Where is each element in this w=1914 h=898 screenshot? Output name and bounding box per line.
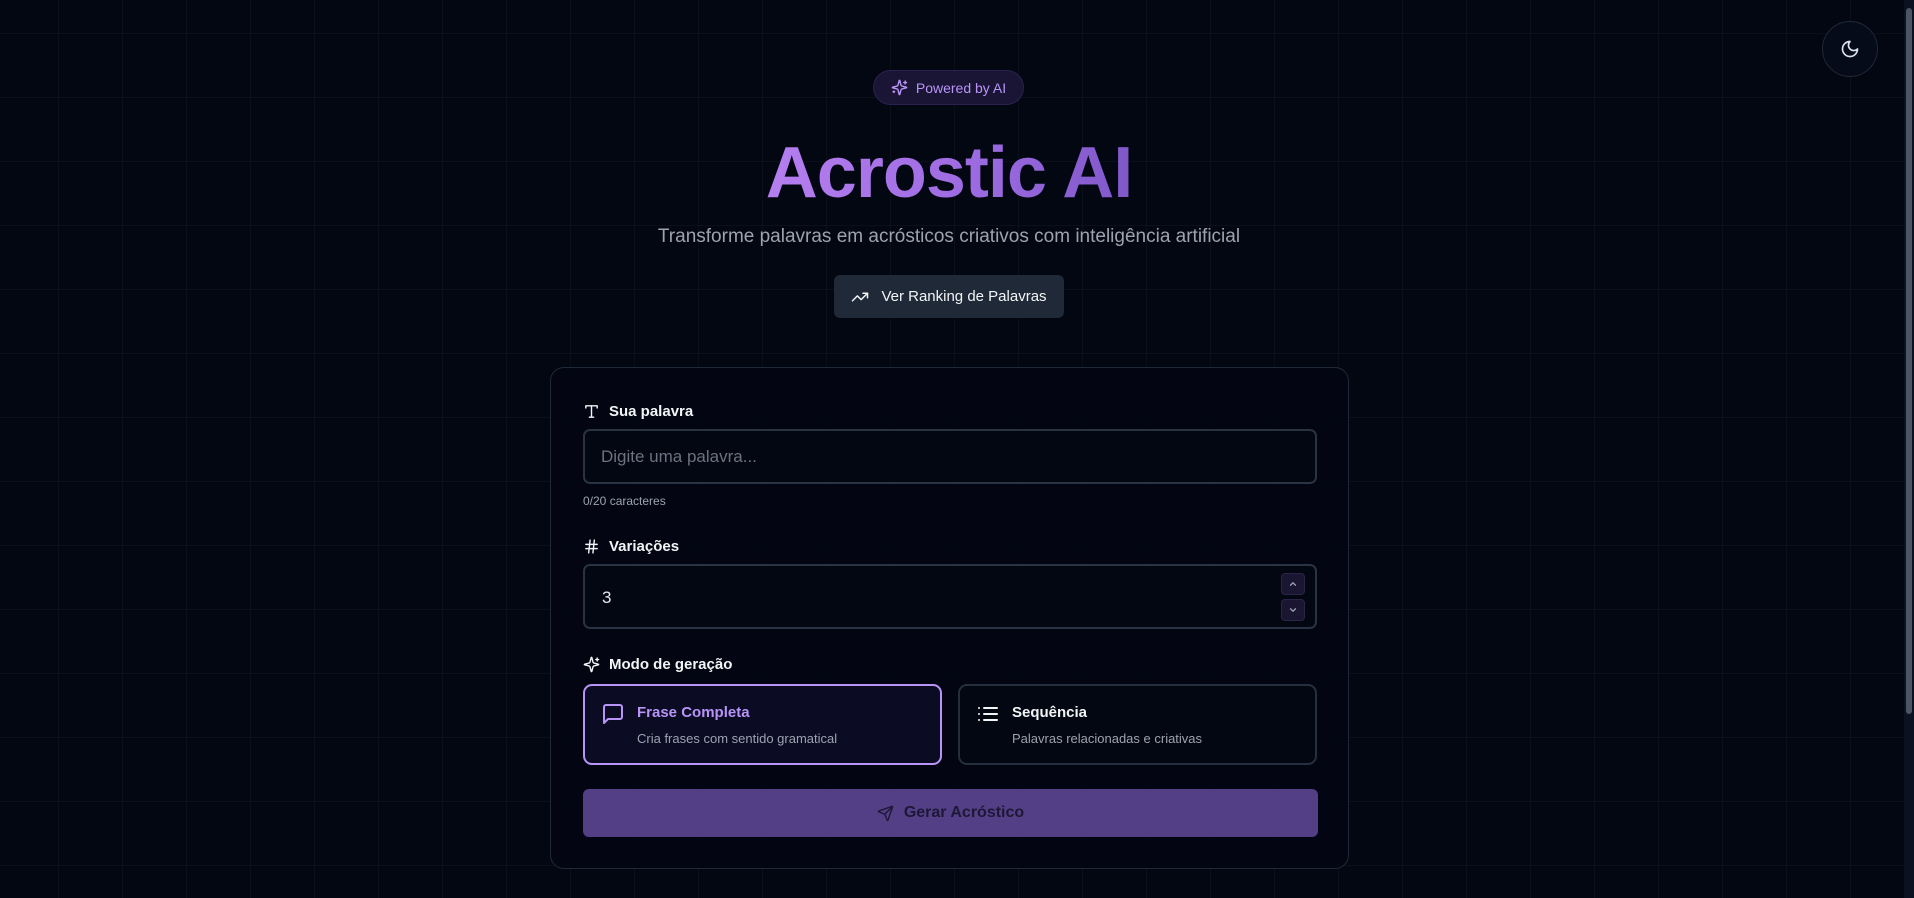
sparkles-icon bbox=[891, 79, 908, 96]
send-icon bbox=[877, 805, 894, 821]
variations-label: Variações bbox=[583, 538, 679, 555]
mode-option-description: Cria frases com sentido gramatical bbox=[637, 731, 838, 746]
word-label: Sua palavra bbox=[583, 403, 693, 420]
mode-option-title: Sequência bbox=[1012, 704, 1088, 721]
wand-sparkles-icon bbox=[583, 656, 600, 673]
page-subtitle: Transforme palavras em acrósticos criati… bbox=[657, 226, 1241, 247]
mode-label: Modo de geração bbox=[583, 656, 732, 673]
generate-button-label: Gerar Acróstico bbox=[903, 804, 1025, 821]
page-scrollbar[interactable] bbox=[1904, 0, 1914, 898]
variations-input[interactable]: 3 bbox=[583, 564, 1317, 629]
trending-up-icon bbox=[852, 292, 869, 301]
chevron-down-icon bbox=[1289, 608, 1297, 612]
mode-option-sequencia[interactable]: Sequência Palavras relacionadas e criati… bbox=[958, 684, 1317, 765]
variations-value: 3 bbox=[602, 588, 612, 607]
increment-button[interactable] bbox=[1281, 573, 1305, 595]
moon-icon bbox=[1841, 40, 1859, 58]
mode-label-text: Modo de geração bbox=[609, 656, 733, 673]
scrollbar-thumb[interactable] bbox=[1906, 8, 1912, 714]
ranking-button-label: Ver Ranking de Palavras bbox=[881, 288, 1047, 305]
chevron-up-icon bbox=[1289, 582, 1297, 586]
title-container: Acrostic AI bbox=[0, 130, 1898, 216]
mode-option-title: Frase Completa bbox=[637, 704, 750, 721]
list-icon bbox=[978, 707, 998, 721]
theme-toggle-button[interactable] bbox=[1822, 21, 1878, 77]
ranking-button[interactable]: Ver Ranking de Palavras bbox=[834, 275, 1064, 318]
type-icon bbox=[585, 405, 598, 418]
variations-label-text: Variações bbox=[609, 538, 680, 555]
word-label-text: Sua palavra bbox=[609, 403, 694, 420]
page-title: Acrostic AI bbox=[766, 130, 1133, 216]
hash-icon bbox=[585, 539, 598, 554]
acrostic-form-card: Sua palavra 0/20 caracteres Variações 3 … bbox=[550, 367, 1349, 869]
mode-option-description: Palavras relacionadas e criativas bbox=[1012, 731, 1203, 746]
badge-label: Powered by AI bbox=[915, 79, 1007, 96]
powered-by-badge: Powered by AI bbox=[873, 70, 1024, 105]
word-input[interactable] bbox=[583, 429, 1317, 484]
message-square-icon bbox=[603, 704, 623, 724]
generate-button[interactable]: Gerar Acróstico bbox=[583, 789, 1318, 837]
mode-option-frase-completa[interactable]: Frase Completa Cria frases com sentido g… bbox=[583, 684, 942, 765]
decrement-button[interactable] bbox=[1281, 599, 1305, 621]
char-count: 0/20 caracteres bbox=[583, 494, 666, 508]
